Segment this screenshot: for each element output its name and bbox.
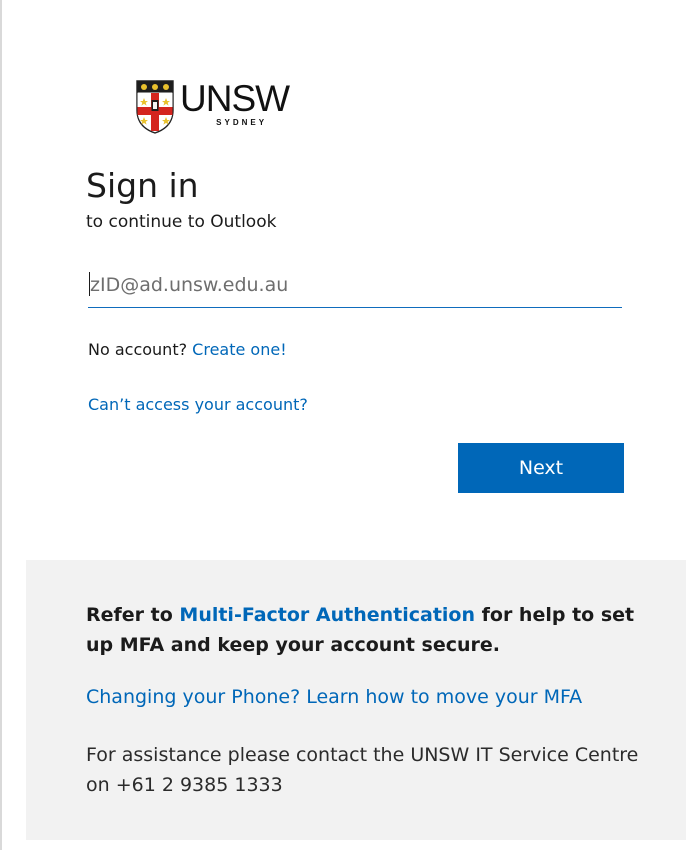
info-panel: Refer to Multi-Factor Authentication for…: [26, 560, 686, 840]
unsw-sydney-text: SYDNEY: [216, 118, 268, 127]
email-field-container: [88, 262, 622, 308]
page-title: Sign in: [86, 166, 199, 205]
unsw-crest-icon: [136, 80, 174, 134]
no-account-line: No account? Create one!: [88, 339, 287, 361]
create-account-link[interactable]: Create one!: [192, 340, 286, 359]
mfa-prefix: Refer to: [86, 604, 180, 626]
unsw-logo: UNSW SYDNEY: [136, 78, 290, 136]
next-button[interactable]: Next: [458, 443, 624, 493]
unsw-wordmark: UNSW SYDNEY: [180, 78, 290, 128]
no-account-text: No account?: [88, 340, 188, 359]
mfa-help-text: Refer to Multi-Factor Authentication for…: [86, 600, 646, 660]
email-input[interactable]: [88, 262, 622, 307]
page-subtitle: to continue to Outlook: [86, 212, 277, 232]
cant-access-account-link[interactable]: Can’t access your account?: [88, 394, 308, 416]
unsw-wordmark-text: UNSW: [180, 78, 290, 119]
sign-in-card: UNSW SYDNEY Sign in to continue to Outlo…: [0, 0, 694, 850]
assistance-text: For assistance please contact the UNSW I…: [86, 744, 639, 796]
text-cursor: [89, 272, 90, 296]
move-mfa-link[interactable]: Changing your Phone? Learn how to move y…: [86, 684, 582, 710]
mfa-link[interactable]: Multi-Factor Authentication: [179, 604, 475, 626]
